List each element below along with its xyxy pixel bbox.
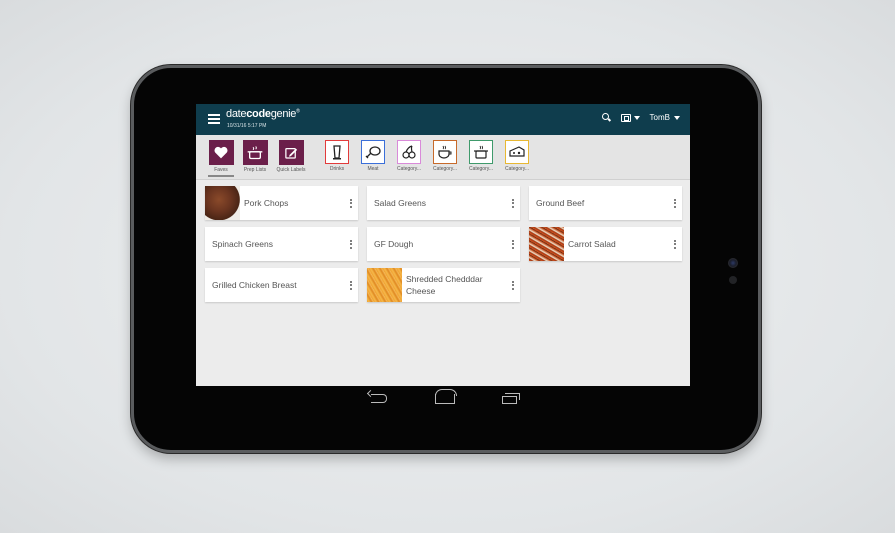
top-app-bar: datecodegenie® 10/31/16 5:17 PM TomB (196, 104, 690, 135)
drink-icon (333, 145, 341, 160)
category-label: Category... (504, 166, 530, 172)
list-item[interactable]: Ground Beef (529, 186, 682, 220)
more-options-icon[interactable] (344, 198, 358, 208)
printer-icon (620, 113, 631, 122)
category-label: Drinks (329, 166, 345, 172)
hamburger-menu-icon[interactable] (208, 114, 220, 124)
tablet-device: datecodegenie® 10/31/16 5:17 PM TomB Fav… (131, 65, 761, 453)
category-toolbar: Faves Prep Lists Quick Labels Drinks Mea… (196, 135, 690, 180)
category-label: Category... (396, 166, 422, 172)
heart-icon (214, 146, 228, 159)
app-logo: datecodegenie® (226, 108, 300, 120)
drumstick-icon (365, 146, 381, 159)
datetime: 10/31/16 5:17 PM (227, 123, 267, 129)
cherries-icon (402, 145, 416, 159)
android-nav-bar (134, 386, 764, 416)
list-item[interactable]: Shredded Chedddar Cheese (367, 268, 520, 302)
category-5[interactable]: Category... (461, 140, 501, 172)
item-thumbnail (529, 227, 564, 261)
item-name: Carrot Salad (568, 239, 616, 249)
item-thumbnail (367, 268, 402, 302)
user-menu[interactable]: TomB (650, 113, 680, 122)
printer-selector[interactable] (620, 113, 640, 122)
item-thumbnail (205, 186, 240, 220)
pot-icon (247, 146, 263, 160)
list-item[interactable]: Pork Chops (205, 186, 358, 220)
item-name: GF Dough (374, 239, 414, 249)
list-item[interactable]: GF Dough (367, 227, 520, 261)
category-label: Category... (468, 166, 494, 172)
back-icon[interactable] (371, 394, 387, 403)
category-meat[interactable]: Meat (353, 140, 393, 172)
edit-icon (284, 147, 297, 159)
more-options-icon[interactable] (668, 239, 682, 249)
category-4[interactable]: Category... (425, 140, 465, 172)
more-options-icon[interactable] (344, 239, 358, 249)
sensor-icon (729, 276, 737, 284)
recent-apps-icon[interactable] (502, 393, 520, 404)
list-item[interactable]: Grilled Chicken Breast (205, 268, 358, 302)
camera-icon (728, 258, 738, 268)
list-item[interactable]: Salad Greens (367, 186, 520, 220)
chevron-down-icon (633, 115, 640, 120)
item-name: Grilled Chicken Breast (212, 280, 297, 290)
category-3[interactable]: Category... (389, 140, 429, 172)
item-name: Pork Chops (244, 198, 289, 208)
category-drinks[interactable]: Drinks (317, 140, 357, 172)
tab-label: Quick Labels (276, 167, 306, 173)
item-name: Spinach Greens (212, 239, 273, 249)
category-6[interactable]: Category... (497, 140, 537, 172)
user-name: TomB (649, 113, 670, 122)
logo-text-genie: genie (270, 108, 297, 120)
item-name: Shredded Chedddar Cheese (406, 274, 483, 296)
cheese-icon (509, 146, 525, 157)
coffee-cup-icon (438, 145, 452, 159)
category-label: Category... (432, 166, 458, 172)
logo-text-date: date (226, 108, 247, 120)
more-options-icon[interactable] (506, 239, 520, 249)
more-options-icon[interactable] (668, 198, 682, 208)
more-options-icon[interactable] (506, 280, 520, 290)
cooking-pot-icon (474, 145, 488, 159)
logo-text-code: code (246, 108, 271, 120)
item-name: Salad Greens (374, 198, 426, 208)
registered-mark: ® (296, 108, 300, 115)
search-icon[interactable] (601, 113, 611, 122)
item-name: Ground Beef (536, 198, 585, 208)
category-label: Meat (367, 166, 379, 172)
chevron-down-icon (674, 115, 680, 120)
app-screen: datecodegenie® 10/31/16 5:17 PM TomB Fav… (196, 104, 690, 386)
tab-label: Prep Lists (243, 167, 267, 173)
home-icon[interactable] (435, 389, 457, 404)
tab-quick-labels[interactable]: Quick Labels (271, 140, 311, 173)
tab-prep-lists[interactable]: Prep Lists (235, 140, 275, 173)
list-item[interactable]: Carrot Salad (529, 227, 682, 261)
more-options-icon[interactable] (506, 198, 520, 208)
list-item[interactable]: Spinach Greens (205, 227, 358, 261)
more-options-icon[interactable] (344, 280, 358, 290)
